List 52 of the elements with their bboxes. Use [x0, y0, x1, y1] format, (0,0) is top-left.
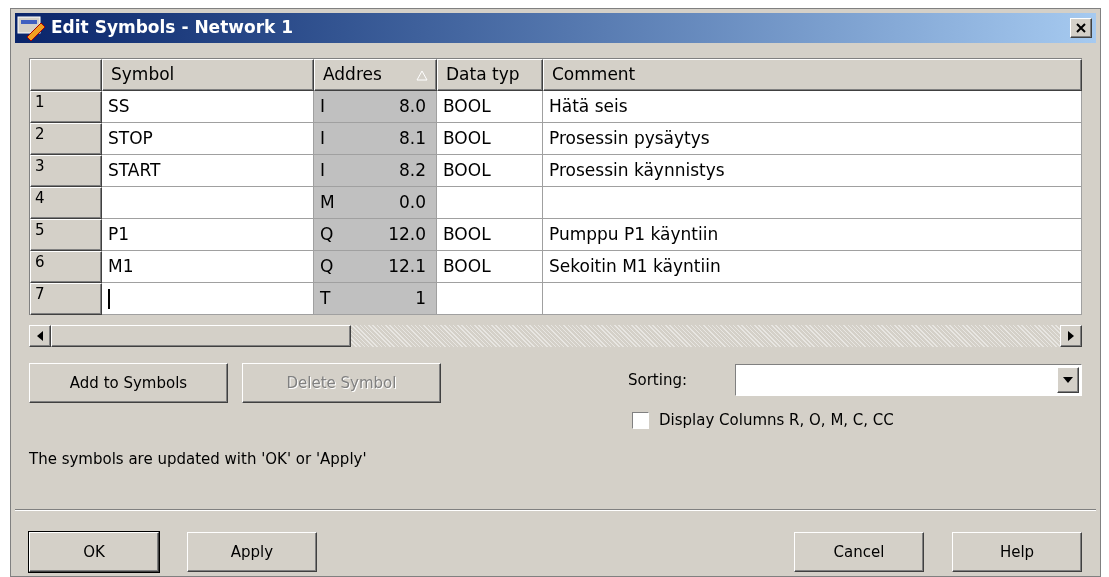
table-cell[interactable] [543, 283, 1082, 315]
row-header[interactable]: 1 [30, 91, 102, 123]
row-header[interactable]: 6 [30, 251, 102, 283]
table-cell[interactable] [102, 283, 314, 315]
sorting-label: Sorting: [628, 369, 688, 391]
table-cell[interactable]: Q 12.0 [314, 219, 437, 251]
pencil-icon [17, 15, 47, 41]
scroll-left-icon[interactable] [37, 331, 43, 341]
scroll-thumb[interactable] [51, 325, 351, 347]
table-cell[interactable] [437, 283, 543, 315]
table-cell[interactable]: I 8.1 [314, 123, 437, 155]
dialog-button[interactable]: Cancel [794, 532, 924, 572]
column-header[interactable]: Symbol [102, 59, 314, 91]
table-cell[interactable]: Q 12.1 [314, 251, 437, 283]
dialog-button[interactable]: Help [952, 532, 1082, 572]
sorting-dropdown[interactable] [735, 364, 1082, 396]
table-cell[interactable]: T 1 [314, 283, 437, 315]
column-header[interactable]: Comment [543, 59, 1082, 91]
dialog-button[interactable]: Add to Symbols [29, 363, 228, 403]
table-cell[interactable]: I 8.2 [314, 155, 437, 187]
table-cell[interactable]: Prosessin käynnistys [543, 155, 1082, 187]
scroll-right-icon[interactable] [1068, 331, 1074, 341]
row-header[interactable]: 4 [30, 187, 102, 219]
close-icon [1076, 23, 1086, 33]
column-header[interactable]: Addres [314, 59, 437, 91]
close-button[interactable] [1070, 18, 1092, 38]
table-cell[interactable]: M 0.0 [314, 187, 437, 219]
table-cell[interactable]: Pumppu P1 käyntiin [543, 219, 1082, 251]
horizontal-scrollbar[interactable] [29, 325, 1082, 347]
status-message: The symbols are updated with 'OK' or 'Apply' [29, 448, 368, 470]
row-header[interactable]: 7 [30, 283, 102, 315]
table-cell[interactable]: BOOL [437, 155, 543, 187]
table-cell[interactable]: Prosessin pysäytys [543, 123, 1082, 155]
table-cell[interactable]: BOOL [437, 123, 543, 155]
checkbox-label[interactable]: Display Columns R, O, M, C, CC [659, 409, 894, 432]
table-cell[interactable]: BOOL [437, 251, 543, 283]
table-cell[interactable]: BOOL [437, 91, 543, 123]
dropdown-arrow-icon [1063, 377, 1073, 383]
row-header[interactable]: 5 [30, 219, 102, 251]
window-title: Edit Symbols - Network 1 [51, 16, 295, 40]
column-header[interactable]: Data typ [437, 59, 543, 91]
row-header[interactable]: 3 [30, 155, 102, 187]
table-cell[interactable]: I 8.0 [314, 91, 437, 123]
table-cell[interactable] [543, 187, 1082, 219]
table-cell[interactable] [437, 187, 543, 219]
row-header[interactable]: 2 [30, 123, 102, 155]
table-cell[interactable]: Hätä seis [543, 91, 1082, 123]
table-cell[interactable]: Sekoitin M1 käyntiin [543, 251, 1082, 283]
dialog-button[interactable]: Apply [187, 532, 317, 572]
checkbox[interactable] [632, 411, 649, 429]
table-cell[interactable]: BOOL [437, 219, 543, 251]
dialog-button[interactable]: OK [29, 532, 159, 572]
